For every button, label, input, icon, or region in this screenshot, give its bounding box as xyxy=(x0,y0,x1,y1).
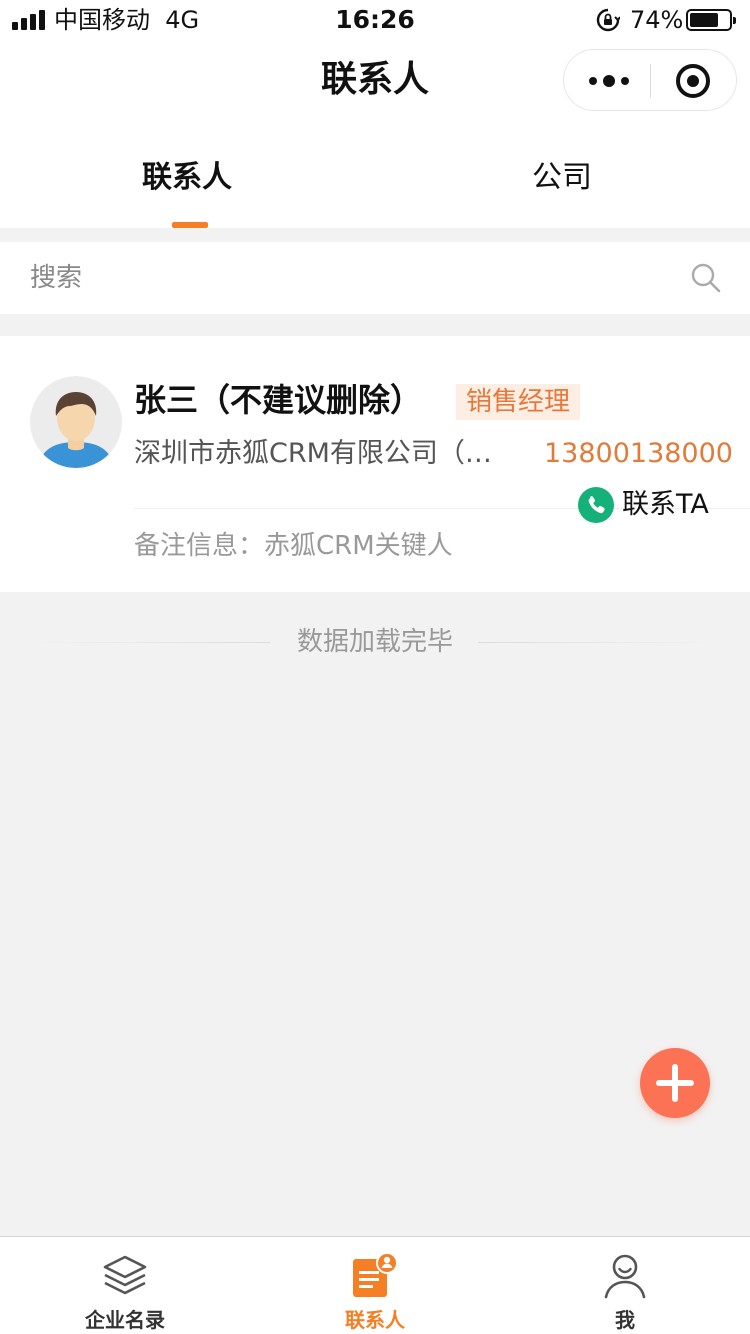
layers-icon xyxy=(103,1255,147,1295)
battery-percent: 74% xyxy=(630,6,684,34)
phone-number[interactable]: 13800138000 xyxy=(544,436,733,472)
tabbar-item-directory[interactable]: 企业名录 xyxy=(0,1237,250,1334)
segment-tabs: 联系人 公司 xyxy=(0,128,750,228)
call-button[interactable]: 联系TA xyxy=(578,484,709,526)
add-contact-button[interactable] xyxy=(640,1048,710,1118)
active-tab-indicator xyxy=(172,222,208,228)
contact-card-icon xyxy=(353,1252,398,1297)
role-badge: 销售经理 xyxy=(456,384,581,420)
contact-name: 张三（不建议删除） xyxy=(134,381,423,419)
search-icon[interactable] xyxy=(690,262,722,294)
tab-company[interactable]: 公司 xyxy=(462,160,662,196)
call-label: 联系TA xyxy=(622,489,709,520)
search-input[interactable] xyxy=(30,256,670,300)
tabbar-item-contacts[interactable]: 联系人 xyxy=(250,1237,500,1334)
list-end-hint: 数据加载完毕 xyxy=(0,622,750,664)
mini-program-capsule xyxy=(563,49,737,111)
tabbar-label-directory: 企业名录 xyxy=(85,1308,165,1332)
avatar xyxy=(30,376,122,468)
rotation-lock-icon xyxy=(596,8,620,32)
search-bar xyxy=(0,242,750,314)
contact-card[interactable]: 张三（不建议删除） 销售经理 深圳市赤狐CRM有限公司（… 1380013800… xyxy=(0,336,750,592)
tabbar-label-me: 我 xyxy=(615,1308,635,1332)
bottom-tab-bar: 企业名录 联系人 我 xyxy=(0,1236,750,1334)
battery-icon xyxy=(686,9,736,31)
close-mini-program-icon[interactable] xyxy=(676,64,710,98)
note-text: 备注信息：赤狐CRM关键人 xyxy=(134,531,453,561)
phone-icon xyxy=(578,487,614,523)
user-icon xyxy=(604,1254,646,1299)
company-name: 深圳市赤狐CRM有限公司（… xyxy=(134,438,492,469)
tabbar-item-me[interactable]: 我 xyxy=(500,1237,750,1334)
more-icon[interactable] xyxy=(586,70,632,92)
tabbar-label-contacts: 联系人 xyxy=(345,1308,405,1332)
tab-contacts[interactable]: 联系人 xyxy=(87,160,287,196)
